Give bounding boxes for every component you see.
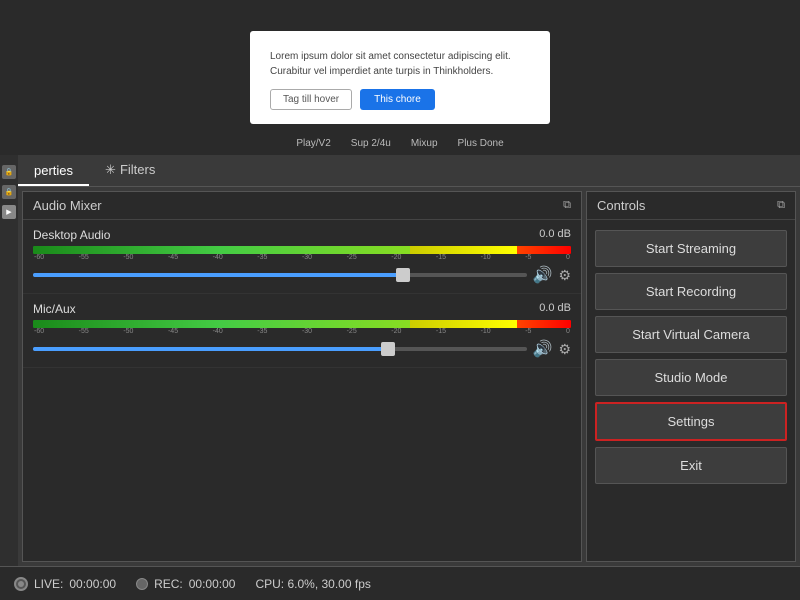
audio-mixer-panel: Audio Mixer ⧉ Desktop Audio 0.0 dB [22, 191, 582, 562]
controls-panel: Controls ⧉ Start Streaming Start Recordi… [586, 191, 796, 562]
dialog-primary-button[interactable]: This chore [360, 89, 435, 110]
vu-scale: -60-55-50-45-40-35-30-25-20-15-10-50 [33, 254, 571, 261]
content-area: perties ✳Filters Audio Mixer ⧉ Desktop A… [18, 155, 800, 566]
tab-properties[interactable]: perties [18, 157, 89, 186]
desktop-audio-mute-icon[interactable]: 🔊 [533, 265, 553, 285]
controls-buttons: Start Streaming Start Recording Start Vi… [587, 220, 795, 561]
filters-icon: ✳ [105, 162, 116, 178]
live-label: LIVE: [34, 577, 63, 591]
preview-area: Lorem ipsum dolor sit amet consectetur a… [0, 0, 800, 155]
mic-aux-gear-icon[interactable]: ⚙ [558, 341, 571, 358]
sidebar-lock2-icon: 🔒 [2, 185, 16, 199]
audio-mixer-header: Audio Mixer ⧉ [23, 192, 581, 220]
desktop-audio-controls: 🔊 ⚙ [33, 265, 571, 289]
mic-aux-mute-icon[interactable]: 🔊 [533, 339, 553, 359]
start-virtual-camera-button[interactable]: Start Virtual Camera [595, 316, 787, 353]
panels-row: Audio Mixer ⧉ Desktop Audio 0.0 dB [18, 187, 800, 566]
cpu-fps-status: CPU: 6.0%, 30.00 fps [255, 577, 370, 591]
audio-mixer-title: Audio Mixer [33, 198, 102, 213]
footer-item-4[interactable]: Plus Done [458, 138, 504, 149]
sidebar-icon-3: ▶ [2, 205, 16, 219]
desktop-audio-vu-bar [33, 246, 571, 254]
mic-vu-green [33, 320, 410, 328]
desktop-audio-gear-icon[interactable]: ⚙ [558, 267, 571, 284]
rec-indicator [136, 578, 148, 590]
dialog-secondary-button[interactable]: Tag till hover [270, 89, 352, 110]
live-time: 00:00:00 [69, 577, 116, 591]
controls-header: Controls ⧉ [587, 192, 795, 220]
rec-status: REC: 00:00:00 [136, 577, 235, 591]
vu-red [517, 246, 571, 254]
start-streaming-button[interactable]: Start Streaming [595, 230, 787, 267]
mic-aux-header: Mic/Aux 0.0 dB [33, 302, 571, 316]
vu-yellow [410, 246, 518, 254]
mic-aux-channel: Mic/Aux 0.0 dB -60-55-50-45-40-35-30-25-… [23, 294, 581, 368]
desktop-audio-vu: -60-55-50-45-40-35-30-25-20-15-10-50 [33, 246, 571, 261]
dialog-text: Lorem ipsum dolor sit amet consectetur a… [270, 49, 530, 79]
vu-green [33, 246, 410, 254]
studio-mode-button[interactable]: Studio Mode [595, 359, 787, 396]
live-status: LIVE: 00:00:00 [14, 577, 116, 591]
desktop-audio-channel: Desktop Audio 0.0 dB -60-55-50-45-40-35-… [23, 220, 581, 294]
controls-collapse-icon[interactable]: ⧉ [777, 199, 785, 212]
mic-aux-slider[interactable] [33, 347, 527, 351]
mic-aux-vu-bar [33, 320, 571, 328]
tabs-bar: perties ✳Filters [18, 155, 800, 187]
tab-filters[interactable]: ✳Filters [89, 156, 171, 186]
mic-vu-yellow [410, 320, 518, 328]
desktop-audio-db: 0.0 dB [539, 228, 571, 242]
cpu-fps-text: CPU: 6.0%, 30.00 fps [255, 577, 370, 591]
live-indicator [14, 577, 28, 591]
dialog-buttons: Tag till hover This chore [270, 89, 530, 110]
footer-item-1[interactable]: Play/V2 [296, 138, 330, 149]
mic-vu-scale: -60-55-50-45-40-35-30-25-20-15-10-50 [33, 328, 571, 335]
rec-label: REC: [154, 577, 183, 591]
controls-title: Controls [597, 198, 645, 213]
mic-aux-db: 0.0 dB [539, 302, 571, 316]
mic-aux-name: Mic/Aux [33, 302, 76, 316]
rec-time: 00:00:00 [189, 577, 236, 591]
preview-footer: Play/V2 Sup 2/4u Mixup Plus Done [296, 138, 503, 149]
footer-item-2[interactable]: Sup 2/4u [351, 138, 391, 149]
mic-vu-red [517, 320, 571, 328]
footer-item-3[interactable]: Mixup [411, 138, 438, 149]
main-area: 🔒 🔒 ▶ perties ✳Filters Audio Mixer ⧉ [0, 155, 800, 566]
start-recording-button[interactable]: Start Recording [595, 273, 787, 310]
audio-mixer-collapse-icon[interactable]: ⧉ [563, 199, 571, 212]
mic-aux-vu: -60-55-50-45-40-35-30-25-20-15-10-50 [33, 320, 571, 335]
desktop-audio-name: Desktop Audio [33, 228, 110, 242]
exit-button[interactable]: Exit [595, 447, 787, 484]
desktop-audio-header: Desktop Audio 0.0 dB [33, 228, 571, 242]
status-bar: LIVE: 00:00:00 REC: 00:00:00 CPU: 6.0%, … [0, 566, 800, 600]
mic-aux-controls: 🔊 ⚙ [33, 339, 571, 363]
desktop-audio-slider[interactable] [33, 273, 527, 277]
sidebar-lock-icon: 🔒 [2, 165, 16, 179]
sidebar: 🔒 🔒 ▶ [0, 155, 18, 566]
preview-dialog: Lorem ipsum dolor sit amet consectetur a… [250, 31, 550, 124]
settings-button[interactable]: Settings [595, 402, 787, 441]
